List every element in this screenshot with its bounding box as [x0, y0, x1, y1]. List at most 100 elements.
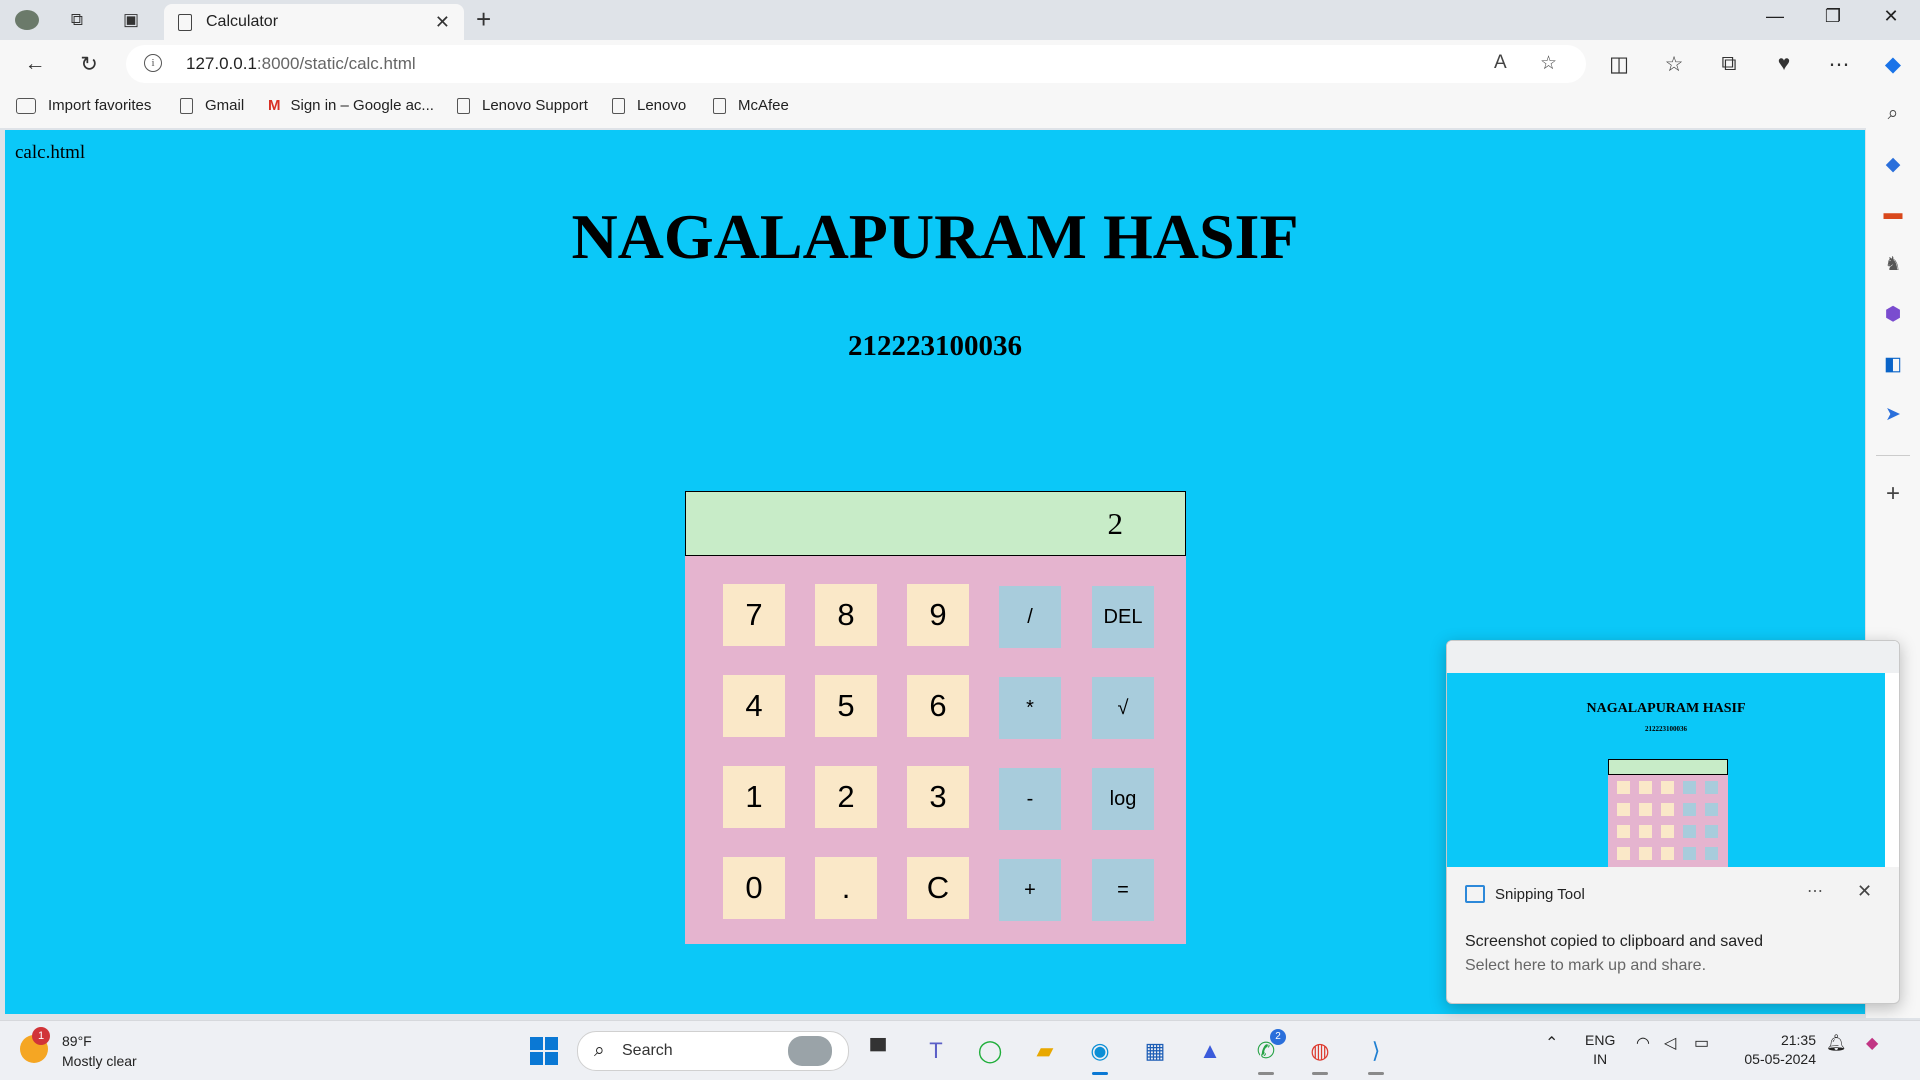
taskbar-search[interactable]: ⌕ Search	[577, 1031, 849, 1071]
key-0[interactable]: 0	[723, 857, 785, 919]
sidebar-divider	[1876, 455, 1910, 456]
vertical-tabs-icon[interactable]: ▣	[118, 8, 144, 32]
key-9[interactable]: 9	[907, 584, 969, 646]
games-icon[interactable]: ♞	[1879, 250, 1907, 278]
bookmark-import-favorites[interactable]: Import favorites	[16, 97, 151, 114]
filename-text: calc.html	[15, 142, 86, 163]
key-4[interactable]: 4	[723, 675, 785, 737]
refresh-icon[interactable]: ↻	[74, 50, 104, 78]
browser-essentials-icon[interactable]: ♥	[1769, 50, 1799, 78]
favorites-bar: Import favorites Gmail M Sign in – Googl…	[0, 88, 1920, 128]
key-subtract[interactable]: -	[999, 768, 1061, 830]
store-icon[interactable]: ▦	[1137, 1033, 1173, 1069]
input-language[interactable]: ENG IN	[1585, 1031, 1615, 1069]
battery-icon[interactable]: ▭	[1694, 1033, 1709, 1053]
arc-icon[interactable]: ▲	[1192, 1033, 1228, 1069]
snipping-tool-notification[interactable]: NAGALAPURAM HASIF 212223100036 Snipping …	[1446, 640, 1900, 1004]
outlook-icon[interactable]: ◧	[1879, 350, 1907, 378]
copilot-icon[interactable]: ◆	[1878, 50, 1908, 78]
thumbnail-key	[1661, 847, 1674, 860]
new-tab-button[interactable]: +	[476, 4, 491, 35]
system-clock[interactable]: 21:35 05-05-2024	[1736, 1031, 1816, 1069]
chrome-icon[interactable]: ◍	[1302, 1033, 1338, 1075]
profile-avatar-icon[interactable]	[14, 8, 40, 32]
key-sqrt[interactable]: √	[1092, 677, 1154, 739]
key-divide[interactable]: /	[999, 586, 1061, 648]
vscode-icon[interactable]: ⟩	[1358, 1033, 1394, 1075]
bookmark-lenovo[interactable]: Lenovo	[612, 97, 686, 114]
thumbnail-key	[1705, 825, 1718, 838]
key-multiply[interactable]: *	[999, 677, 1061, 739]
key-clear[interactable]: C	[907, 857, 969, 919]
close-tab-icon[interactable]: ✕	[435, 12, 450, 33]
key-8[interactable]: 8	[815, 584, 877, 646]
split-screen-icon[interactable]: ◫	[1604, 50, 1634, 78]
key-3[interactable]: 3	[907, 766, 969, 828]
bookmark-mcafee[interactable]: McAfee	[713, 97, 789, 114]
key-1[interactable]: 1	[723, 766, 785, 828]
navigation-toolbar: ← ↻ i 127.0.0.1:8000/static/calc.html A …	[0, 40, 1920, 88]
shopping-tag-icon[interactable]: ◆	[1879, 150, 1907, 178]
thumbnail-key	[1617, 847, 1630, 860]
tab-calculator[interactable]: Calculator ✕	[164, 4, 464, 40]
whatsapp-icon[interactable]: ✆ 2	[1248, 1029, 1286, 1075]
thumbnail-key	[1639, 825, 1652, 838]
site-info-icon[interactable]: i	[144, 54, 162, 72]
search-label: Search	[622, 1042, 673, 1059]
copilot-pre-icon[interactable]: ◆	[1866, 1033, 1878, 1053]
workspaces-icon[interactable]: ⧉	[64, 8, 90, 32]
bookmark-lenovo-support[interactable]: Lenovo Support	[457, 97, 588, 114]
tools-icon[interactable]: ▬	[1879, 200, 1907, 228]
key-log[interactable]: log	[1092, 768, 1154, 830]
file-explorer-icon[interactable]: ▰	[1027, 1033, 1063, 1069]
bookmark-gmail[interactable]: Gmail	[180, 97, 244, 114]
address-bar[interactable]: i 127.0.0.1:8000/static/calc.html A ☆	[126, 45, 1586, 83]
search-icon[interactable]: ⌕	[1879, 100, 1907, 128]
more-menu-icon[interactable]: ⋯	[1824, 50, 1854, 78]
tab-strip: ⧉ ▣ Calculator ✕ + — ❐ ✕	[0, 0, 1920, 40]
show-hidden-icons-icon[interactable]: ⌃	[1545, 1033, 1558, 1053]
notification-bell-icon[interactable]: 🔔︎	[1826, 1033, 1846, 1053]
volume-icon[interactable]: ◁	[1664, 1033, 1676, 1053]
key-add[interactable]: +	[999, 859, 1061, 921]
url-text: 127.0.0.1:8000/static/calc.html	[186, 54, 416, 73]
key-7[interactable]: 7	[723, 584, 785, 646]
weather-desc: Mostly clear	[62, 1053, 137, 1069]
wifi-icon[interactable]: ◠	[1636, 1033, 1650, 1053]
minimize-button[interactable]: —	[1752, 6, 1798, 27]
thumbnail-page: NAGALAPURAM HASIF 212223100036	[1447, 673, 1885, 867]
start-button[interactable]	[530, 1037, 558, 1065]
key-decimal[interactable]: .	[815, 857, 877, 919]
back-icon[interactable]: ←	[20, 50, 50, 78]
thumbnail-key	[1661, 803, 1674, 816]
close-window-button[interactable]: ✕	[1868, 6, 1914, 27]
favorites-icon[interactable]: ☆	[1659, 50, 1689, 78]
key-6[interactable]: 6	[907, 675, 969, 737]
key-equals[interactable]: =	[1092, 859, 1154, 921]
weather-widget[interactable]: 1 89°F Mostly clear	[20, 1027, 137, 1071]
teams-icon[interactable]: T	[918, 1033, 954, 1069]
read-aloud-icon[interactable]: A	[1494, 52, 1507, 74]
screenshot-thumbnail[interactable]: NAGALAPURAM HASIF 212223100036	[1447, 641, 1899, 867]
restore-button[interactable]: ❐	[1810, 6, 1856, 27]
weather-icon: 1	[20, 1027, 50, 1063]
key-5[interactable]: 5	[815, 675, 877, 737]
more-options-icon[interactable]: ⋯	[1807, 881, 1823, 901]
task-view-icon[interactable]: ▀	[860, 1033, 896, 1069]
notification-app-name: Snipping Tool	[1495, 885, 1585, 903]
close-notification-icon[interactable]: ✕	[1857, 881, 1872, 902]
key-delete[interactable]: DEL	[1092, 586, 1154, 648]
copilot-app-icon[interactable]: ◯	[972, 1033, 1008, 1069]
weather-badge: 1	[32, 1027, 50, 1045]
send-icon[interactable]: ➤	[1879, 400, 1907, 428]
thumbnail-display	[1608, 759, 1728, 775]
favorite-star-icon[interactable]: ☆	[1540, 52, 1557, 75]
page-icon	[180, 97, 193, 114]
display-value: 2	[1107, 506, 1124, 541]
collections-icon[interactable]: ⧉	[1714, 50, 1744, 78]
key-2[interactable]: 2	[815, 766, 877, 828]
microsoft-365-icon[interactable]: ⬢	[1879, 300, 1907, 328]
add-sidebar-app-icon[interactable]: +	[1879, 480, 1907, 508]
bookmark-google-signin[interactable]: M Sign in – Google ac...	[268, 97, 434, 114]
edge-taskbar-icon[interactable]: ◉	[1082, 1033, 1118, 1075]
